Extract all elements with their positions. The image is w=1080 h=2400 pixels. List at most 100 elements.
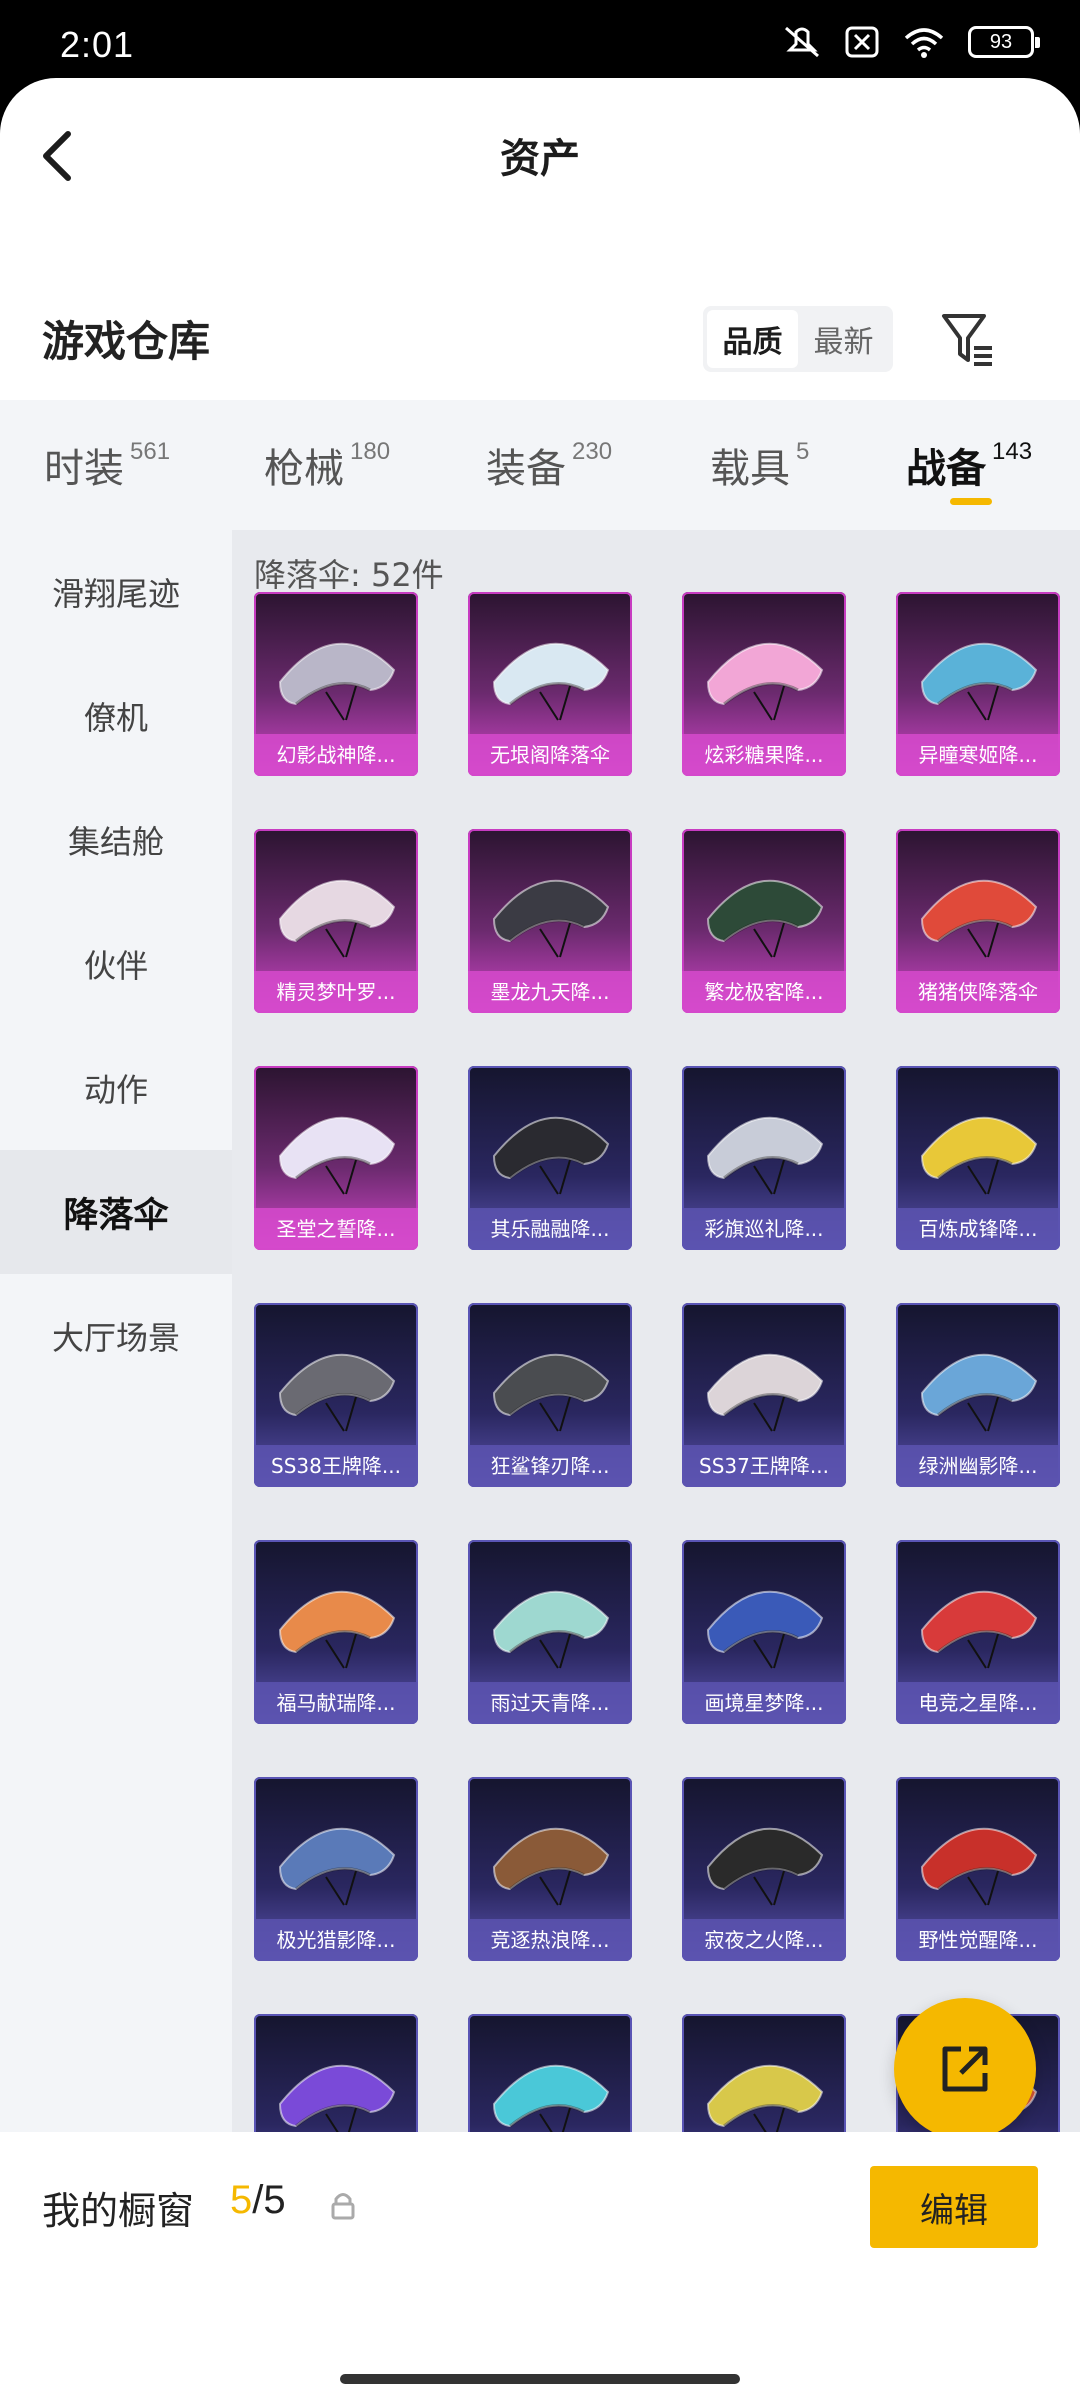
no-sim-icon bbox=[845, 26, 879, 58]
tab-equipment[interactable]: 装备 230 bbox=[486, 436, 612, 494]
item-name: 狂鲨锋刃降... bbox=[468, 1445, 632, 1487]
parachute-icon bbox=[492, 642, 610, 721]
parachute-item-tile[interactable]: 繁龙极客降... bbox=[682, 829, 846, 1013]
tab-count: 180 bbox=[350, 438, 391, 465]
parachute-icon bbox=[492, 1116, 610, 1195]
parachute-item-tile[interactable]: 绿洲幽影降... bbox=[896, 1303, 1060, 1487]
external-link-icon bbox=[942, 2046, 988, 2092]
item-name: 绿洲幽影降... bbox=[896, 1445, 1060, 1487]
mute-icon bbox=[785, 26, 819, 58]
status-bar: 2:01 93 bbox=[0, 0, 1080, 78]
parachute-item-tile[interactable]: 狂鲨锋刃降... bbox=[468, 1303, 632, 1487]
parachute-item-tile[interactable]: 异瞳寒姬降... bbox=[896, 592, 1060, 776]
item-name: SS37王牌降... bbox=[682, 1445, 846, 1487]
item-name: 画境星梦降... bbox=[682, 1682, 846, 1724]
parachute-icon bbox=[278, 1827, 396, 1906]
sort-option-quality[interactable]: 品质 bbox=[707, 310, 798, 368]
battery-level: 93 bbox=[989, 30, 1013, 53]
parachute-icon bbox=[706, 1590, 824, 1669]
parachute-item-tile[interactable]: 百炼成锋降... bbox=[896, 1066, 1060, 1250]
warehouse-title: 游戏仓库 bbox=[42, 317, 211, 366]
sidebar-item-parachute[interactable]: 降落伞 bbox=[0, 1150, 232, 1274]
parachute-item-tile[interactable]: 电竞之星降... bbox=[896, 1540, 1060, 1724]
parachute-icon bbox=[706, 1827, 824, 1906]
item-name: 异瞳寒姬降... bbox=[896, 734, 1060, 776]
parachute-item-tile[interactable]: 竞逐热浪降... bbox=[468, 1777, 632, 1961]
sort-toggle: 品质 最新 bbox=[703, 306, 893, 372]
sidebar-item-wingman[interactable]: 僚机 bbox=[0, 654, 232, 778]
sidebar-item-companion[interactable]: 伙伴 bbox=[0, 902, 232, 1026]
parachute-item-tile[interactable]: 极光猎影降... bbox=[254, 1777, 418, 1961]
wifi-icon bbox=[904, 28, 944, 58]
tab-label: 战备 bbox=[906, 446, 986, 492]
home-indicator[interactable] bbox=[340, 2374, 740, 2384]
status-time: 2:01 bbox=[60, 24, 135, 65]
assets-page: 资产 游戏仓库 品质 最新 时装 561 枪械 180 装备 230 载具 5 … bbox=[0, 78, 1080, 2400]
parachute-icon bbox=[920, 1590, 1038, 1669]
tab-battle-gear[interactable]: 战备 143 bbox=[906, 436, 1032, 494]
tab-fashion[interactable]: 时装 561 bbox=[44, 436, 170, 494]
tab-count: 5 bbox=[796, 438, 810, 465]
sidebar-item-glide-trail[interactable]: 滑翔尾迹 bbox=[0, 530, 232, 654]
tab-count: 230 bbox=[572, 438, 613, 465]
item-name: 无垠阁降落伞 bbox=[468, 734, 632, 776]
item-name: 百炼成锋降... bbox=[896, 1208, 1060, 1250]
parachute-item-tile[interactable]: 寂夜之火降... bbox=[682, 1777, 846, 1961]
item-name: 极光猎影降... bbox=[254, 1919, 418, 1961]
tab-vehicles[interactable]: 载具 5 bbox=[710, 436, 809, 494]
parachute-item-tile[interactable]: 无垠阁降落伞 bbox=[468, 592, 632, 776]
grid-header: 降落伞: 52件 bbox=[254, 556, 444, 594]
tab-label: 载具 bbox=[710, 446, 790, 492]
parachute-item-tile[interactable]: 猪猪侠降落伞 bbox=[896, 829, 1060, 1013]
parachute-icon bbox=[278, 1353, 396, 1432]
parachute-item-tile[interactable]: 精灵梦叶罗... bbox=[254, 829, 418, 1013]
page-title: 资产 bbox=[500, 136, 580, 182]
tab-count: 561 bbox=[130, 438, 171, 465]
item-name: 电竞之星降... bbox=[896, 1682, 1060, 1724]
parachute-item-tile[interactable]: 炫彩糖果降... bbox=[682, 592, 846, 776]
sidebar-item-rally-pod[interactable]: 集结舱 bbox=[0, 778, 232, 902]
parachute-icon bbox=[492, 879, 610, 958]
edit-button[interactable]: 编辑 bbox=[870, 2166, 1038, 2248]
parachute-item-tile[interactable]: 墨龙九天降... bbox=[468, 829, 632, 1013]
parachute-item-tile[interactable]: 福马献瑞降... bbox=[254, 1540, 418, 1724]
parachute-item-tile[interactable]: 幻影战神降... bbox=[254, 592, 418, 776]
parachute-item-tile[interactable]: 雨过天青降... bbox=[468, 1540, 632, 1724]
parachute-icon bbox=[492, 1590, 610, 1669]
item-name: 幻影战神降... bbox=[254, 734, 418, 776]
parachute-item-tile[interactable]: SS37王牌降... bbox=[682, 1303, 846, 1487]
parachute-item-tile[interactable]: 画境星梦降... bbox=[682, 1540, 846, 1724]
sidebar-item-emote[interactable]: 动作 bbox=[0, 1026, 232, 1150]
parachute-item-tile[interactable]: 彩旗巡礼降... bbox=[682, 1066, 846, 1250]
lock-icon bbox=[331, 2193, 355, 2220]
parachute-item-tile[interactable]: 圣堂之誓降... bbox=[254, 1066, 418, 1250]
share-fab-button[interactable] bbox=[894, 1998, 1036, 2140]
parachute-icon bbox=[278, 1116, 396, 1195]
showcase-total: /5 bbox=[252, 2178, 286, 2222]
parachute-icon bbox=[706, 879, 824, 958]
parachute-item-tile[interactable]: SS38王牌降... bbox=[254, 1303, 418, 1487]
parachute-icon bbox=[920, 879, 1038, 958]
item-name: 竞逐热浪降... bbox=[468, 1919, 632, 1961]
item-name: 寂夜之火降... bbox=[682, 1919, 846, 1961]
sort-option-newest[interactable]: 最新 bbox=[798, 310, 889, 368]
showcase-count: 5/5 bbox=[230, 2178, 286, 2223]
parachute-item-tile[interactable]: 其乐融融降... bbox=[468, 1066, 632, 1250]
sidebar-item-lobby-scene[interactable]: 大厅场景 bbox=[0, 1274, 232, 1398]
item-name: 雨过天青降... bbox=[468, 1682, 632, 1724]
tab-count: 143 bbox=[992, 438, 1033, 465]
tab-label: 枪械 bbox=[264, 446, 344, 492]
item-name: 其乐融融降... bbox=[468, 1208, 632, 1250]
item-name: 炫彩糖果降... bbox=[682, 734, 846, 776]
parachute-item-tile[interactable]: 野性觉醒降... bbox=[896, 1777, 1060, 1961]
tab-weapons[interactable]: 枪械 180 bbox=[264, 436, 390, 494]
filter-icon[interactable] bbox=[940, 308, 996, 368]
item-name: 彩旗巡礼降... bbox=[682, 1208, 846, 1250]
item-name: 墨龙九天降... bbox=[468, 971, 632, 1013]
parachute-icon bbox=[706, 1116, 824, 1195]
active-tab-indicator bbox=[950, 498, 992, 505]
item-name: 野性觉醒降... bbox=[896, 1919, 1060, 1961]
item-name: SS38王牌降... bbox=[254, 1445, 418, 1487]
parachute-icon bbox=[278, 1590, 396, 1669]
item-name: 福马献瑞降... bbox=[254, 1682, 418, 1724]
